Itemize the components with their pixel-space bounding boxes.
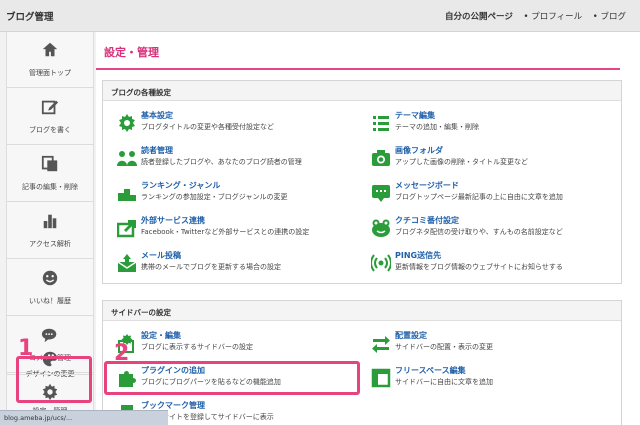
sidebar-setting-free-space[interactable]: フリースペース編集 サイドバーに自由に文章を追加 <box>371 364 621 396</box>
profile-link[interactable]: • プロフィール <box>524 12 583 22</box>
house-icon <box>42 42 58 57</box>
sidebar-item-label: 記事の編集・削除 <box>22 183 78 191</box>
setting-desc: 携帯のメールでブログを更新する場合の設定 <box>141 263 281 271</box>
top-bar: ブログ管理 自分の公開ページ • プロフィール • ブログ <box>0 0 640 32</box>
setting-desc: ブログタイトルの変更や各種受付設定など <box>141 123 274 131</box>
setting-title[interactable]: フリースペース編集 <box>395 365 466 376</box>
smile-icon <box>42 270 58 286</box>
sidebar-item-label: アクセス解析 <box>29 240 71 248</box>
sidebar-item-dashboard[interactable]: 管理面トップ <box>7 32 93 88</box>
section-heading: ブログの各種設定 <box>103 81 621 101</box>
annotation-number-2: 2 <box>114 341 130 366</box>
blog-link[interactable]: • ブログ <box>593 12 626 22</box>
gear-icon <box>119 114 135 132</box>
app-title: ブログ管理 <box>6 12 54 23</box>
camera-icon <box>372 150 390 166</box>
sidebar-item-likes[interactable]: いいね！履歴 <box>7 260 93 316</box>
setting-image-folder[interactable]: 画像フォルダ アップした画像の削除・タイトル変更など <box>371 144 621 176</box>
setting-readers[interactable]: 読者管理 読者登録したブログや、あなたのブログ読者の管理 <box>117 144 367 176</box>
header-links: 自分の公開ページ • プロフィール • ブログ <box>445 10 626 22</box>
setting-external-services[interactable]: 外部サービス連携 Facebook・Twitterなど外部サービスとの連携の設定 <box>117 214 367 246</box>
setting-title[interactable]: テーマ編集 <box>395 110 435 121</box>
broadcast-icon <box>371 254 391 272</box>
share-icon <box>117 220 136 238</box>
sidebar-item-label: 管理面トップ <box>29 69 71 77</box>
browser-status-bar: blog.ameba.jp/ucs/... <box>0 410 168 425</box>
mail-icon <box>117 254 137 272</box>
setting-ping[interactable]: PING送信先 更新情報をブログ情報のウェブサイトにお知らせする <box>371 249 621 281</box>
setting-title[interactable]: 配置設定 <box>395 330 427 341</box>
setting-title[interactable]: メッセージボード <box>395 180 459 191</box>
highlight-settings-menu <box>16 356 92 403</box>
arrows-icon <box>372 336 390 353</box>
sidebar-item-edit-posts[interactable]: 記事の編集・削除 <box>7 146 93 202</box>
sidebar-item-write[interactable]: ブログを書く <box>7 89 93 145</box>
people-icon <box>117 151 137 166</box>
title-divider <box>96 68 620 70</box>
list-icon <box>373 116 389 131</box>
setting-desc: ブログネタ配信の受け取りや、すんもの名前設定など <box>395 228 563 236</box>
setting-desc: サイドバーに自由に文章を追加 <box>395 378 493 386</box>
setting-title[interactable]: 読者管理 <box>141 145 173 156</box>
sidebar-item-label: ブログを書く <box>29 126 71 134</box>
setting-desc: 更新情報をブログ情報のウェブサイトにお知らせする <box>395 263 563 271</box>
window-icon <box>371 368 391 388</box>
setting-title[interactable]: クチコミ番付設定 <box>395 215 459 226</box>
setting-title[interactable]: 画像フォルダ <box>395 145 443 156</box>
setting-desc: Facebook・Twitterなど外部サービスとの連携の設定 <box>141 228 310 236</box>
sidebar-item-label: いいね！履歴 <box>29 297 71 305</box>
sidebar-setting-edit[interactable]: 設定・編集 ブログに表示するサイドバーの設定 <box>117 329 367 361</box>
highlight-add-plugin <box>104 361 360 395</box>
setting-message-board[interactable]: メッセージボード ブログトップページ最新記事の上に自由に文章を追加 <box>371 179 621 211</box>
setting-desc: ブログに表示するサイドバーの設定 <box>141 343 253 351</box>
setting-desc: アップした画像の削除・タイトル変更など <box>395 158 528 166</box>
setting-title[interactable]: メール投稿 <box>141 250 181 261</box>
pencil-icon <box>41 100 59 115</box>
setting-title[interactable]: PING送信先 <box>395 250 441 261</box>
frog-icon <box>372 219 390 237</box>
status-url: blog.ameba.jp/ucs/... <box>4 414 73 422</box>
my-public-page-link[interactable]: 自分の公開ページ <box>445 12 513 22</box>
setting-desc: ランキングの参加設定・ブログジャンルの変更 <box>141 193 288 201</box>
setting-title[interactable]: 基本設定 <box>141 110 173 121</box>
page-title: 設定・管理 <box>104 46 159 59</box>
setting-ranking[interactable]: ランキング・ジャンル ランキングの参加設定・ブログジャンルの変更 <box>117 179 367 211</box>
setting-desc: テーマの追加・編集・削除 <box>395 123 479 131</box>
annotation-number-1: 1 <box>18 336 34 361</box>
setting-desc: ブログトップページ最新記事の上に自由に文章を追加 <box>395 193 563 201</box>
setting-desc: 読者登録したブログや、あなたのブログ読者の管理 <box>141 158 302 166</box>
setting-title[interactable]: 設定・編集 <box>141 330 181 341</box>
blog-settings-section: ブログの各種設定 基本設定 ブログタイトルの変更や各種受付設定など テーマ編集 … <box>102 80 622 284</box>
section-heading: サイドバーの設定 <box>103 301 621 321</box>
copy-icon <box>41 155 58 172</box>
sidebar-setting-layout[interactable]: 配置設定 サイドバーの配置・表示の変更 <box>371 329 621 361</box>
sidebar-item-analytics[interactable]: アクセス解析 <box>7 203 93 259</box>
setting-mail-post[interactable]: メール投稿 携帯のメールでブログを更新する場合の設定 <box>117 249 367 281</box>
setting-basic[interactable]: 基本設定 ブログタイトルの変更や各種受付設定など <box>117 109 367 141</box>
bar-chart-icon <box>43 214 57 229</box>
setting-desc: サイドバーの配置・表示の変更 <box>395 343 493 351</box>
setting-title[interactable]: ランキング・ジャンル <box>141 180 220 191</box>
setting-title[interactable]: 外部サービス連携 <box>141 215 205 226</box>
podium-icon <box>118 189 136 201</box>
setting-theme[interactable]: テーマ編集 テーマの追加・編集・削除 <box>371 109 621 141</box>
message-board-icon <box>372 185 390 202</box>
setting-kuchikomi[interactable]: クチコミ番付設定 ブログネタ配信の受け取りや、すんもの名前設定など <box>371 214 621 246</box>
